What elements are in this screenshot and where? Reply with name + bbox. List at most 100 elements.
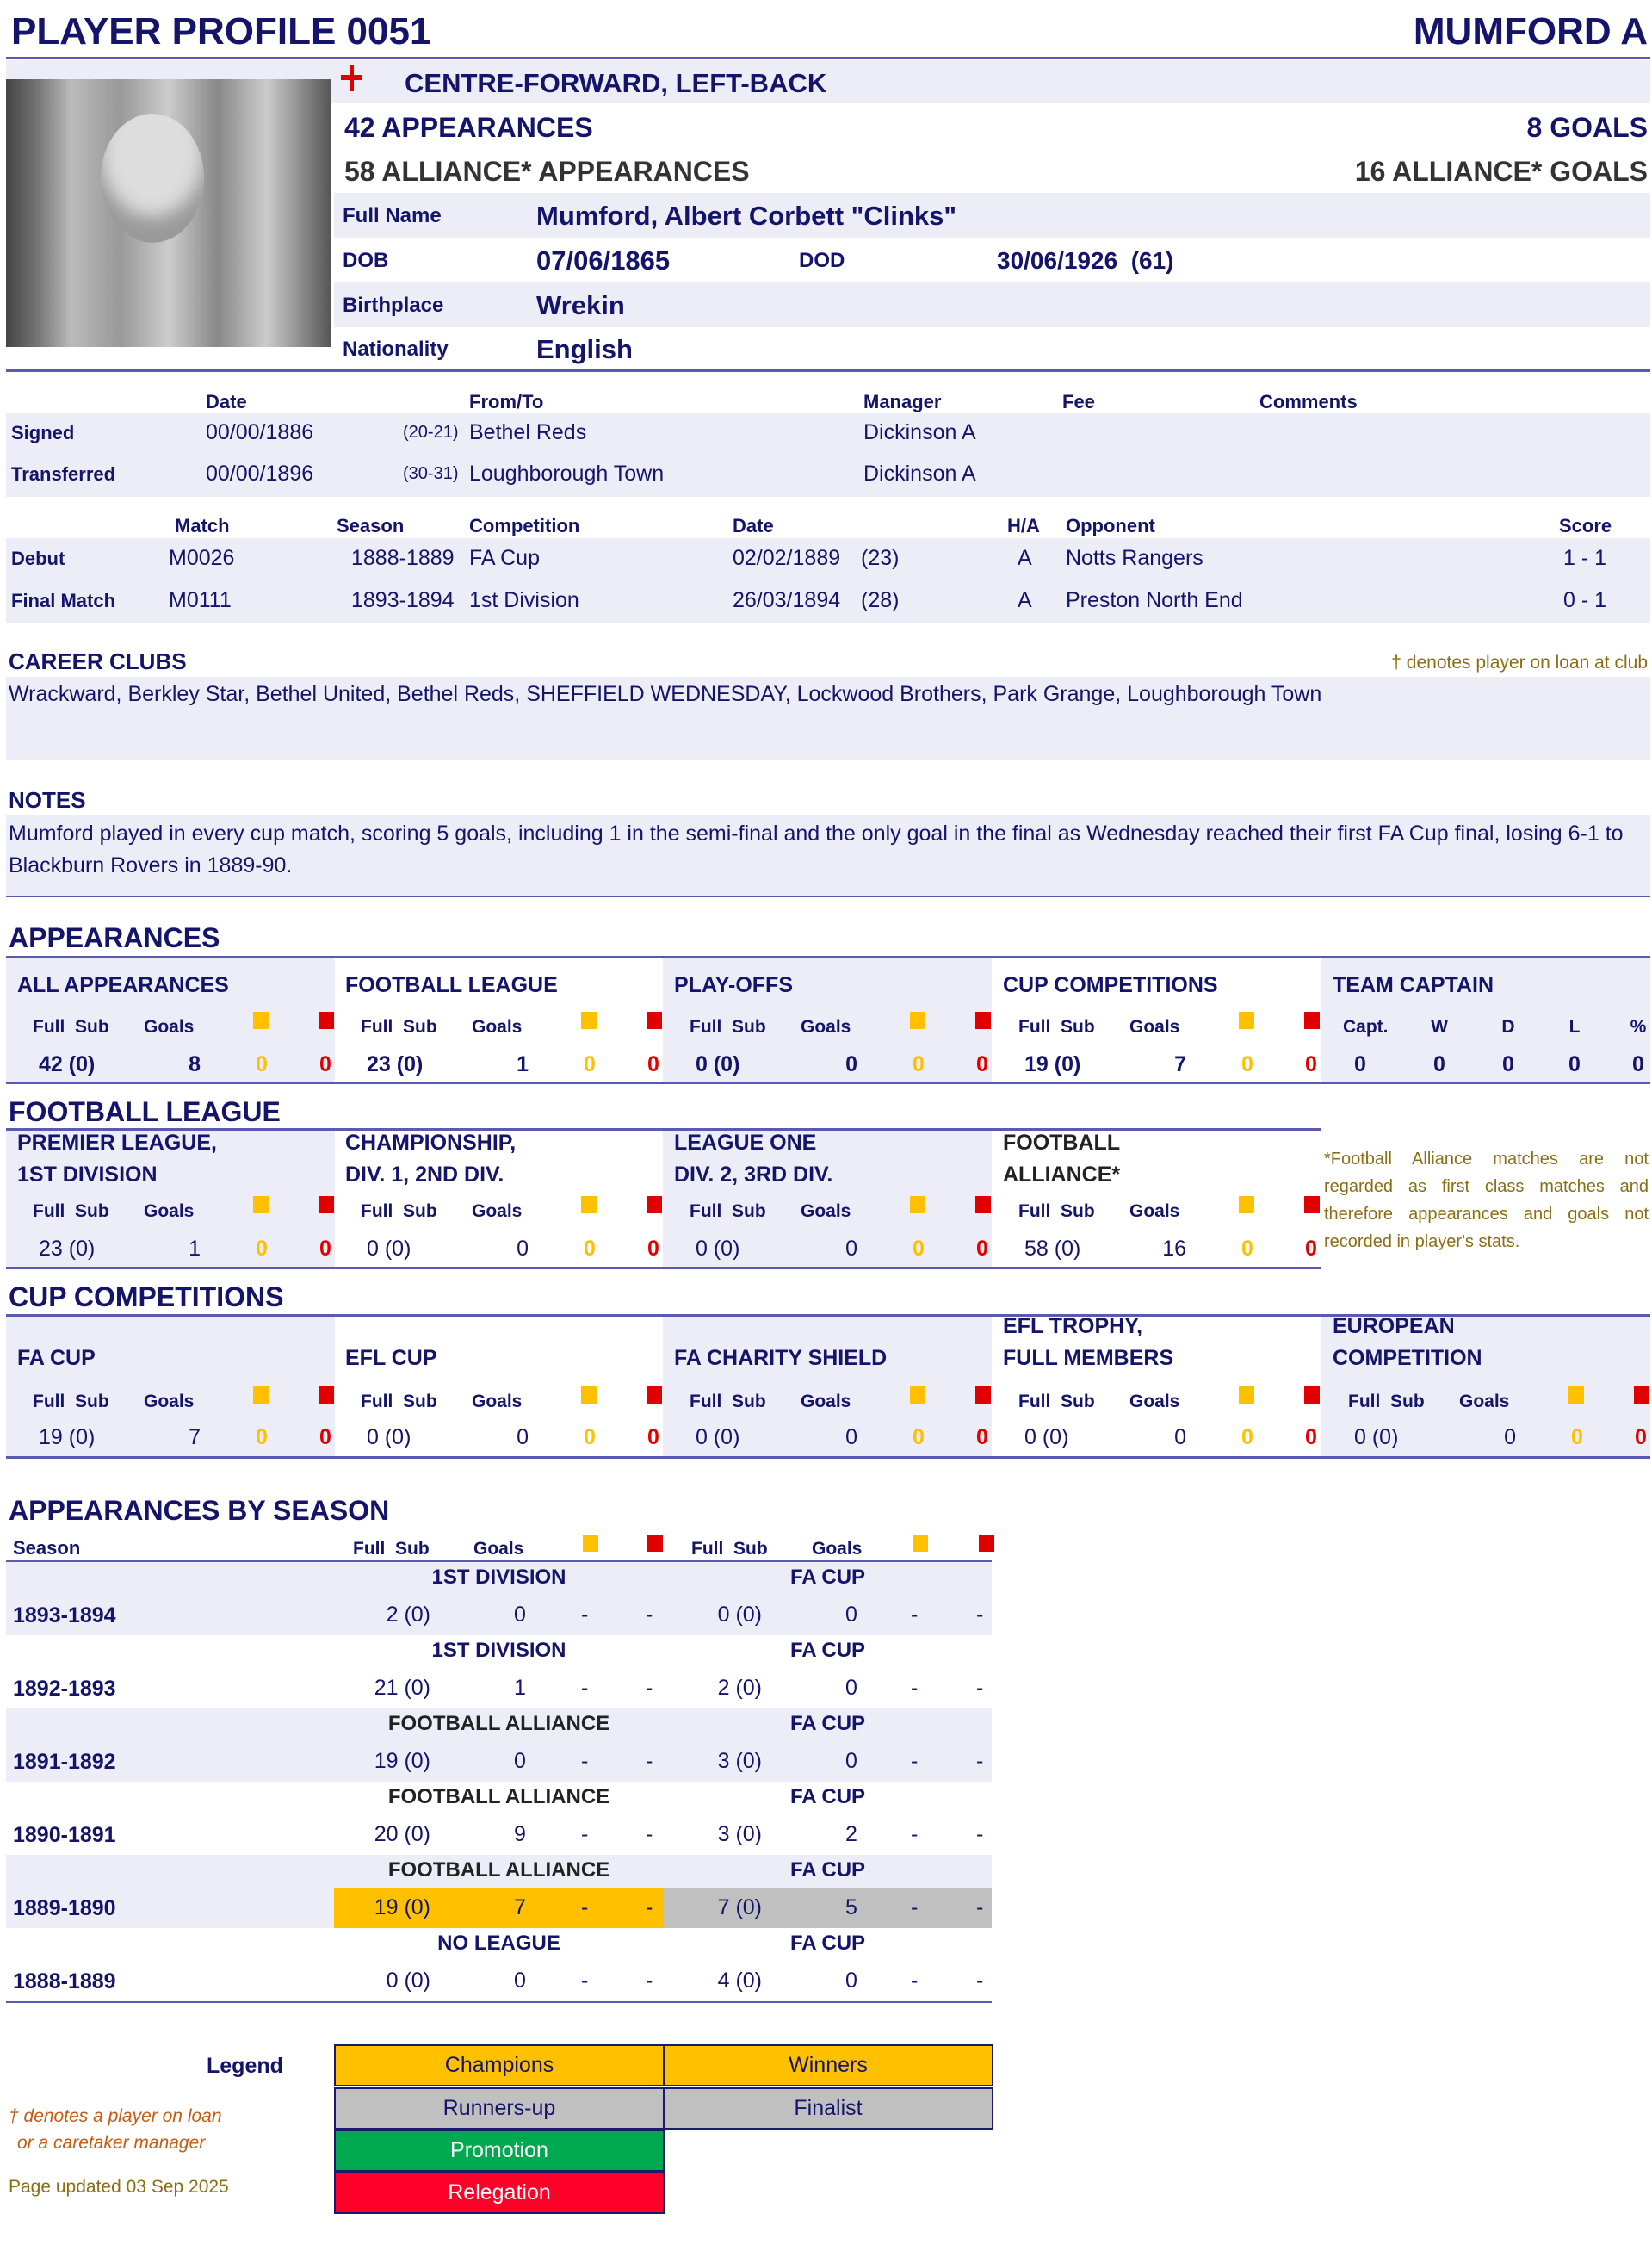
transfer-manager: Dickinson A xyxy=(863,420,976,444)
goals-value: 0 xyxy=(845,1425,857,1449)
col-score: Score xyxy=(1559,515,1612,536)
goals-value: 0 xyxy=(845,1052,857,1076)
panel-title: FULL MEMBERS xyxy=(1003,1346,1174,1370)
col-fee: Fee xyxy=(1062,391,1095,412)
col-manager: Manager xyxy=(863,391,942,412)
goals-label: Goals xyxy=(812,1539,863,1559)
red-card-icon xyxy=(975,1196,991,1213)
match-date: 26/03/1894 xyxy=(733,588,841,612)
full-sub-label: Full Sub xyxy=(33,1201,109,1221)
full-sub-value: 23 (0) xyxy=(39,1237,96,1261)
yellow-card-icon xyxy=(913,1535,928,1552)
goals-value: 7 xyxy=(1174,1052,1186,1076)
red-cards-value: 0 xyxy=(647,1052,659,1076)
league-yellow: - xyxy=(581,1969,589,1993)
league-name: 1ST DIVISION xyxy=(431,1639,566,1662)
goals-value: 0 xyxy=(517,1237,529,1261)
captain-header: D xyxy=(1501,1017,1515,1037)
cup-goals: 0 xyxy=(845,1969,857,1993)
panel-title: DIV. 1, 2ND DIV. xyxy=(345,1163,504,1187)
england-flag-icon xyxy=(341,65,362,91)
yellow-card-icon xyxy=(253,1012,269,1029)
panel-title: CUP COMPETITIONS xyxy=(1003,973,1218,997)
panel-title: FA CUP xyxy=(17,1346,96,1370)
goals-label: Goals xyxy=(472,1017,523,1037)
panel-title: EFL CUP xyxy=(345,1346,437,1370)
notes-text: Mumford played in every cup match, scori… xyxy=(9,822,1624,877)
football-league-heading: FOOTBALL LEAGUE xyxy=(9,1096,281,1127)
dob: 07/06/1865 xyxy=(536,245,671,276)
season-label: 1893-1894 xyxy=(13,1603,116,1628)
cup-yellow: - xyxy=(911,1749,919,1773)
match-type: Debut xyxy=(11,548,65,569)
league-yellow: - xyxy=(581,1749,589,1773)
match-id: M0111 xyxy=(169,588,232,612)
col-match: Match xyxy=(175,515,230,536)
match-season: 1888-1889 xyxy=(351,546,455,570)
goals-label: Goals xyxy=(144,1392,195,1411)
full-sub-label: Full Sub xyxy=(690,1201,766,1221)
match-type: Final Match xyxy=(11,590,116,611)
yellow-cards-value: 0 xyxy=(913,1237,925,1261)
red-cards-value: 0 xyxy=(1305,1425,1317,1449)
loan-note: † denotes player on loan at club xyxy=(1391,653,1648,673)
red-cards-value: 0 xyxy=(647,1425,659,1449)
full-sub-value: 19 (0) xyxy=(1024,1052,1081,1076)
yellow-cards-value: 0 xyxy=(1241,1237,1253,1261)
goals-value: 7 xyxy=(189,1425,201,1449)
league-red: - xyxy=(646,1749,653,1773)
match-date: 02/02/1889 xyxy=(733,546,841,570)
col-ha: H/A xyxy=(1007,515,1040,536)
col-opponent: Opponent xyxy=(1066,515,1155,536)
yellow-cards-value: 0 xyxy=(584,1425,596,1449)
transfer-type: Signed xyxy=(11,422,75,443)
col-date: Date xyxy=(733,515,774,536)
legend-promotion: Promotion xyxy=(334,2130,665,2172)
red-card-icon xyxy=(319,1196,334,1213)
cup-yellow: - xyxy=(911,1895,919,1919)
cup-full-sub: 0 (0) xyxy=(717,1603,762,1627)
match-opponent: Preston North End xyxy=(1066,588,1243,612)
cup-yellow: - xyxy=(911,1676,919,1700)
match-ha: A xyxy=(1018,546,1032,570)
yellow-card-icon xyxy=(910,1386,925,1404)
league-goals: 9 xyxy=(514,1822,526,1846)
full-name-label: Full Name xyxy=(343,204,442,227)
cup-full-sub: 2 (0) xyxy=(717,1676,762,1700)
league-goals: 7 xyxy=(514,1895,526,1919)
captain-value: 0 xyxy=(1433,1052,1445,1076)
legend-finalist: Finalist xyxy=(663,2087,993,2130)
panel-title: ALLIANCE* xyxy=(1003,1163,1121,1187)
panel-title: FOOTBALL xyxy=(1003,1131,1121,1155)
cup-competitions-heading: CUP COMPETITIONS xyxy=(9,1281,284,1312)
goals-value: 1 xyxy=(517,1052,529,1076)
col-season: Season xyxy=(337,515,405,536)
red-card-icon xyxy=(975,1012,991,1029)
league-goals: 0 xyxy=(514,1603,526,1627)
yellow-cards-value: 0 xyxy=(256,1237,268,1261)
col-date: Date xyxy=(206,391,247,412)
yellow-cards-value: 0 xyxy=(256,1052,268,1076)
cup-name: FA CUP xyxy=(789,1785,866,1808)
match-opponent: Notts Rangers xyxy=(1066,546,1203,570)
transfer-club: Bethel Reds xyxy=(469,420,587,444)
full-sub-label: Full Sub xyxy=(690,1017,766,1037)
panel-title: DIV. 2, 3RD DIV. xyxy=(674,1163,833,1187)
goals-label: Goals xyxy=(472,1201,523,1221)
transfer-club: Loughborough Town xyxy=(469,462,665,486)
league-name: NO LEAGUE xyxy=(437,1931,560,1955)
alliance-goals: 16 ALLIANCE* GOALS xyxy=(1354,156,1648,187)
yellow-card-icon xyxy=(581,1196,597,1213)
col-season: Season xyxy=(13,1537,81,1559)
full-sub-value: 0 (0) xyxy=(696,1425,740,1449)
red-card-icon xyxy=(319,1012,334,1029)
total-goals: 8 GOALS xyxy=(1526,112,1648,143)
panel-title: FA CHARITY SHIELD xyxy=(674,1346,888,1370)
page-updated: Page updated 03 Sep 2025 xyxy=(9,2177,229,2197)
red-cards-value: 0 xyxy=(319,1052,331,1076)
transfer-age: (30-31) xyxy=(403,464,459,483)
red-card-icon xyxy=(1304,1196,1320,1213)
full-sub-value: 0 (0) xyxy=(1024,1425,1069,1449)
captain-header: W xyxy=(1431,1017,1448,1037)
goals-label: Goals xyxy=(472,1392,523,1411)
